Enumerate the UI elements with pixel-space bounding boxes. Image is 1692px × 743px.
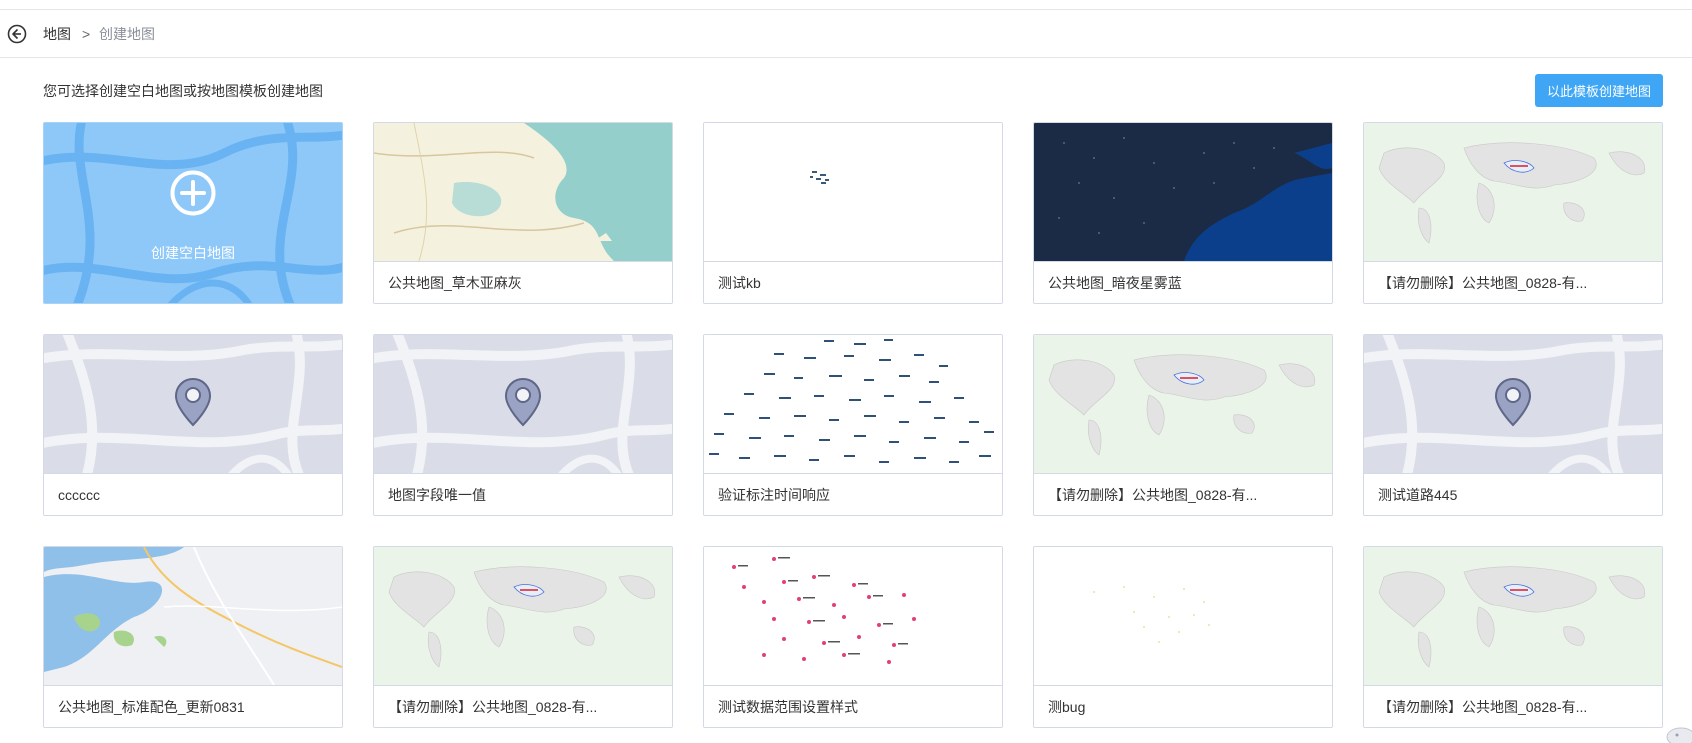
map-pin-icon: [504, 377, 542, 427]
map-thumbnail: [704, 547, 1002, 685]
card-title: 【请勿删除】公共地图_0828-有...: [1364, 261, 1662, 303]
map-pin-icon: [1494, 377, 1532, 427]
card-title: 地图字段唯一值: [374, 473, 672, 515]
template-card[interactable]: cccccc: [43, 334, 343, 516]
template-card[interactable]: 地图字段唯一值: [373, 334, 673, 516]
template-card[interactable]: 公共地图_标准配色_更新0831: [43, 546, 343, 728]
create-from-template-button[interactable]: 以此模板创建地图: [1535, 74, 1663, 107]
map-thumbnail: [374, 335, 672, 473]
map-thumbnail: [374, 547, 672, 685]
map-pin-icon: [174, 377, 212, 427]
map-thumbnail: [44, 547, 342, 685]
card-title: cccccc: [44, 473, 342, 515]
back-arrow-icon[interactable]: [7, 24, 27, 44]
card-title: 【请勿删除】公共地图_0828-有...: [1034, 473, 1332, 515]
create-blank-map-label: 创建空白地图: [151, 245, 235, 261]
template-card[interactable]: 公共地图_暗夜星雾蓝: [1033, 122, 1333, 304]
map-thumbnail: [1364, 547, 1662, 685]
template-card[interactable]: 【请勿删除】公共地图_0828-有...: [1363, 546, 1663, 728]
header-bar: 地图 > 创建地图: [0, 10, 1692, 58]
card-title: 测试kb: [704, 261, 1002, 303]
map-thumbnail: [374, 123, 672, 261]
card-title: 测bug: [1034, 685, 1332, 727]
template-card[interactable]: 测试数据范围设置样式: [703, 546, 1003, 728]
top-strip: [0, 0, 1692, 10]
map-thumbnail: [704, 335, 1002, 473]
card-title: 验证标注时间响应: [704, 473, 1002, 515]
map-thumbnail: [1364, 123, 1662, 261]
create-blank-map-card[interactable]: 创建空白地图: [43, 122, 343, 304]
card-title: 【请勿删除】公共地图_0828-有...: [374, 685, 672, 727]
template-card[interactable]: 公共地图_草木亚麻灰: [373, 122, 673, 304]
card-title: 公共地图_暗夜星雾蓝: [1034, 261, 1332, 303]
template-card[interactable]: 测试kb: [703, 122, 1003, 304]
map-thumbnail: [1034, 123, 1332, 261]
breadcrumb-root[interactable]: 地图: [43, 24, 71, 44]
breadcrumb-separator: >: [82, 26, 91, 42]
breadcrumb-current: 创建地图: [99, 26, 155, 42]
template-card[interactable]: 测bug: [1033, 546, 1333, 728]
intro-text: 您可选择创建空白地图或按地图模板创建地图: [43, 83, 323, 99]
template-card[interactable]: 【请勿删除】公共地图_0828-有...: [1033, 334, 1333, 516]
map-thumbnail: [1364, 335, 1662, 473]
map-thumbnail: [704, 123, 1002, 261]
template-card[interactable]: 测试道路445: [1363, 334, 1663, 516]
card-title: 公共地图_草木亚麻灰: [374, 261, 672, 303]
template-card[interactable]: 验证标注时间响应: [703, 334, 1003, 516]
card-title: 测试数据范围设置样式: [704, 685, 1002, 727]
assistant-icon[interactable]: [1655, 715, 1692, 743]
template-card[interactable]: 【请勿删除】公共地图_0828-有...: [1363, 122, 1663, 304]
map-thumbnail: [1034, 335, 1332, 473]
template-card[interactable]: 【请勿删除】公共地图_0828-有...: [373, 546, 673, 728]
card-title: 【请勿删除】公共地图_0828-有...: [1364, 685, 1662, 727]
map-thumbnail: [44, 335, 342, 473]
card-title: 测试道路445: [1364, 473, 1662, 515]
card-title: 公共地图_标准配色_更新0831: [44, 685, 342, 727]
plus-circle-icon: [170, 170, 216, 216]
map-thumbnail: [1034, 547, 1332, 685]
